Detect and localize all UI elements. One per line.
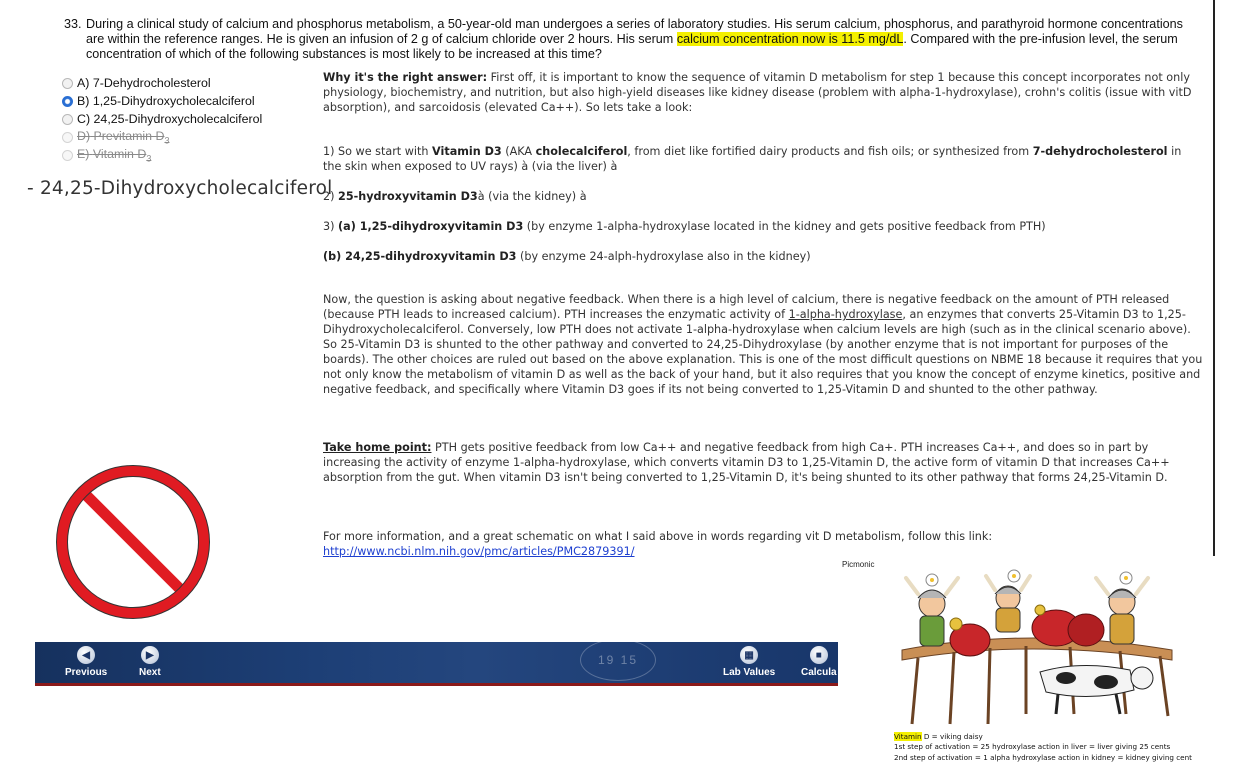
answer-options: A) 7-Dehydrocholesterol B) 1,25-Dihydrox…	[62, 74, 262, 164]
picmonic-illustration	[890, 564, 1182, 726]
radio-button[interactable]	[62, 113, 73, 125]
calculator-button[interactable]: ■ Calcula	[801, 646, 837, 678]
radio-button[interactable]	[62, 131, 73, 143]
option-a[interactable]: A) 7-Dehydrocholesterol	[62, 74, 262, 92]
option-label: A) 7-Dehydrocholesterol	[77, 76, 211, 90]
question-text: During a clinical study of calcium and p…	[86, 17, 1184, 62]
next-button[interactable]: ▶ Next	[139, 646, 161, 678]
picmonic-label: Picmonic	[842, 560, 875, 569]
option-label: B) 1,25-Dihydroxycholecalciferol	[77, 94, 255, 108]
prohibition-icon	[56, 465, 210, 619]
picmonic-caption: Vitamin D = viking daisy 1st step of act…	[894, 732, 1192, 763]
more-info: For more information, and a great schema…	[323, 530, 993, 558]
option-b[interactable]: B) 1,25-Dihydroxycholecalciferol	[62, 92, 262, 110]
question-stem: 33. During a clinical study of calcium a…	[64, 17, 1184, 62]
explanation-intro: Why it's the right answer: First off, it…	[323, 71, 1192, 114]
lab-flask-icon: ▦	[740, 646, 759, 664]
caption-line: Vitamin D = viking daisy	[894, 732, 983, 741]
radio-button-selected[interactable]	[62, 95, 73, 107]
handwritten-note: - 24,25-Dihydroxycholecalciferol	[27, 178, 333, 199]
option-label: C) 24,25-Dihydroxycholecalciferol	[77, 112, 263, 126]
calculator-icon: ■	[809, 646, 828, 664]
option-e[interactable]: E) Vitamin D3	[62, 146, 262, 164]
lab-values-button[interactable]: ▦ Lab Values	[723, 646, 775, 678]
next-label: Next	[139, 667, 161, 678]
highlighted-text: calcium concentration now is 11.5 mg/dL	[676, 32, 904, 46]
option-label: D) Previtamin D3	[77, 128, 170, 146]
calculator-label: Calcula	[801, 667, 837, 678]
lab-values-label: Lab Values	[723, 667, 776, 678]
explanation-step-3b: (b) 24,25-dihydroxyvitamin D3 (by enzyme…	[323, 250, 811, 263]
question-number: 33.	[64, 17, 82, 31]
arrow-right-icon: ▶	[140, 646, 159, 664]
picmonic-panel: Picmonic Vitamin D = viking daisy 1st st…	[838, 556, 1234, 777]
explanation-step-3a: 3) (a) 1,25-dihydroxyvitamin D3 (by enzy…	[323, 220, 1046, 233]
explanation-step-1: 1) So we start with Vitamin D3 (AKA chol…	[323, 145, 1182, 173]
explanation-body: Now, the question is asking about negati…	[323, 293, 1203, 396]
reference-link[interactable]: http://www.ncbi.nlm.nih.gov/pmc/articles…	[323, 545, 635, 558]
window-edge-rule	[1213, 0, 1215, 556]
caption-line: 1st step of activation = 25 hydroxylase …	[894, 742, 1171, 752]
bottom-navigation-bar: ◀ Previous ▶ Next 19 15 ▦ Lab Values ■ C…	[35, 639, 838, 686]
radio-button[interactable]	[62, 77, 73, 89]
radio-button[interactable]	[62, 149, 73, 161]
take-home-point: Take home point: PTH gets positive feedb…	[323, 441, 1170, 484]
seal-watermark: 19 15	[580, 639, 656, 681]
option-c[interactable]: C) 24,25-Dihydroxycholecalciferol	[62, 110, 262, 128]
previous-label: Previous	[65, 667, 108, 678]
previous-button[interactable]: ◀ Previous	[65, 646, 107, 678]
option-label: E) Vitamin D3	[77, 146, 152, 164]
arrow-left-icon: ◀	[77, 646, 96, 664]
option-d[interactable]: D) Previtamin D3	[62, 128, 262, 146]
explanation-step-2: 2) 25-hydroxyvitamin D3à (via the kidney…	[323, 190, 587, 203]
caption-line: 2nd step of activation = 1 alpha hydroxy…	[894, 752, 1192, 762]
